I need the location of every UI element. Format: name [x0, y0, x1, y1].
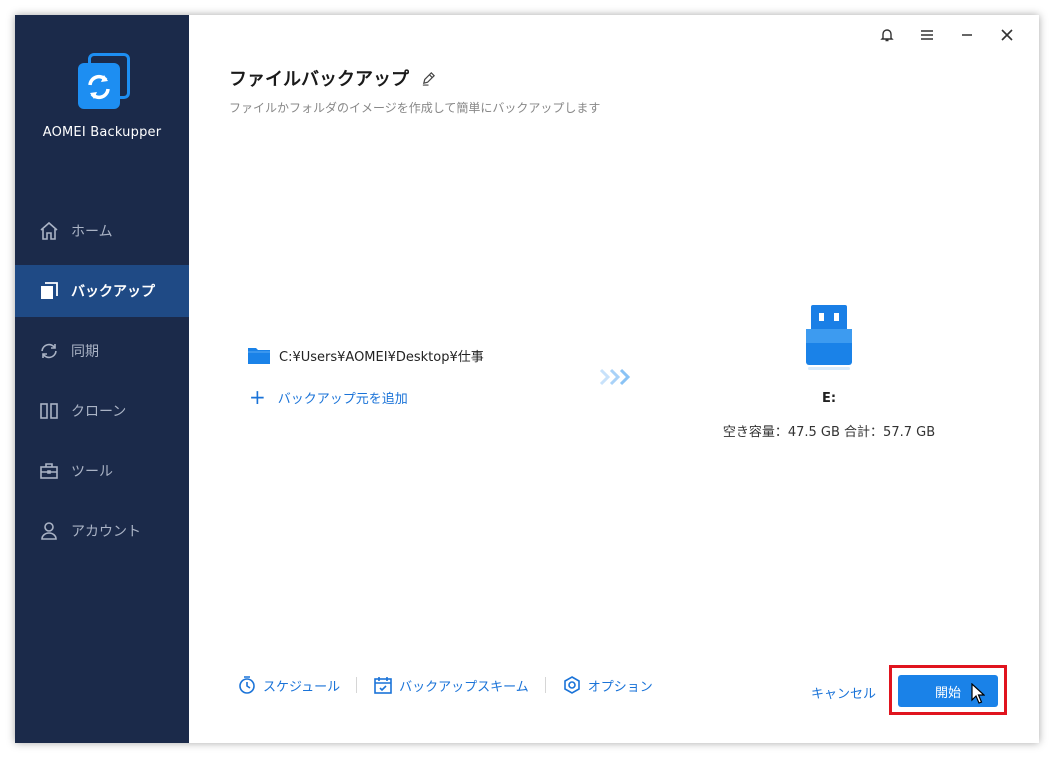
stopwatch-icon: [239, 676, 255, 694]
destination-capacity: 空き容量：47.5 GB 合計：57.7 GB: [722, 425, 936, 440]
gear-icon: [563, 676, 580, 694]
menu-button[interactable]: [907, 25, 947, 45]
titlebar-controls: [867, 25, 1027, 45]
menu-icon: [921, 30, 933, 40]
calendar-icon: [374, 677, 392, 694]
backup-scheme-button[interactable]: バックアップスキーム: [373, 675, 529, 695]
folder-icon: [248, 348, 270, 364]
app-logo-area: AOMEI Backupper: [15, 53, 189, 140]
minimize-icon: [962, 34, 972, 36]
sidebar-item-home[interactable]: ホーム: [15, 205, 189, 257]
close-icon: [1001, 29, 1013, 41]
sidebar-item-clone[interactable]: クローン: [15, 385, 189, 437]
main-panel: ファイルバックアップ ファイルかフォルダのイメージを作成して簡単にバックアップし…: [189, 15, 1039, 743]
sidebar-nav: ホーム バックアップ 同期 クローン ツール アカウント: [15, 205, 189, 565]
notification-button[interactable]: [867, 25, 907, 45]
app-name: AOMEI Backupper: [42, 125, 162, 140]
sidebar-item-sync[interactable]: 同期: [15, 325, 189, 377]
app-logo-icon: [74, 53, 130, 113]
toolbar-divider: [544, 677, 546, 693]
app-window: AOMEI Backupper ホーム バックアップ 同期 クローン ツール ア…: [15, 15, 1039, 743]
sidebar-item-backup[interactable]: バックアップ: [15, 265, 189, 317]
cancel-button[interactable]: キャンセル: [811, 683, 876, 702]
bell-icon: [880, 29, 894, 42]
sync-icon: [41, 343, 57, 359]
options-label: オプション: [587, 679, 653, 695]
source-path: C:¥Users¥AOMEI¥Desktop¥仕事: [279, 349, 484, 365]
source-item[interactable]: C:¥Users¥AOMEI¥Desktop¥仕事: [247, 345, 484, 365]
sidebar-item-label: 同期: [71, 344, 99, 360]
edit-icon[interactable]: [421, 71, 436, 86]
page-title: ファイルバックアップ: [229, 65, 436, 91]
mouse-cursor-icon: [971, 683, 985, 704]
add-source-button[interactable]: + バックアップ元を追加: [249, 387, 408, 407]
page-title-text: ファイルバックアップ: [229, 69, 409, 90]
options-button[interactable]: オプション: [562, 675, 653, 695]
minimize-button[interactable]: [947, 25, 987, 45]
backup-scheme-label: バックアップスキーム: [399, 679, 529, 695]
sidebar: AOMEI Backupper ホーム バックアップ 同期 クローン ツール ア…: [15, 15, 189, 743]
sidebar-item-label: ツール: [71, 464, 113, 480]
schedule-button[interactable]: スケジュール: [237, 675, 340, 695]
clone-icon: [40, 403, 58, 419]
add-source-label: バックアップ元を追加: [277, 391, 408, 407]
toolbox-icon: [40, 463, 58, 479]
toolbar-divider: [356, 677, 358, 693]
plus-icon: +: [249, 385, 266, 409]
usb-drive-icon[interactable]: [802, 303, 856, 373]
sidebar-item-account[interactable]: アカウント: [15, 505, 189, 557]
user-icon: [41, 522, 57, 540]
home-icon: [40, 221, 58, 240]
schedule-label: スケジュール: [263, 679, 341, 695]
bottom-toolbar: スケジュール バックアップスキーム オプション: [237, 675, 653, 695]
sidebar-item-label: アカウント: [71, 524, 141, 540]
direction-arrows-icon: [599, 368, 631, 386]
sidebar-item-label: バックアップ: [71, 284, 155, 300]
sidebar-item-tools[interactable]: ツール: [15, 445, 189, 497]
page-subtitle: ファイルかフォルダのイメージを作成して簡単にバックアップします: [229, 101, 601, 115]
sidebar-item-label: クローン: [71, 404, 127, 420]
backup-icon: [41, 282, 58, 299]
destination-label: E:: [821, 391, 837, 406]
sidebar-item-label: ホーム: [71, 224, 113, 240]
close-button[interactable]: [987, 25, 1027, 45]
